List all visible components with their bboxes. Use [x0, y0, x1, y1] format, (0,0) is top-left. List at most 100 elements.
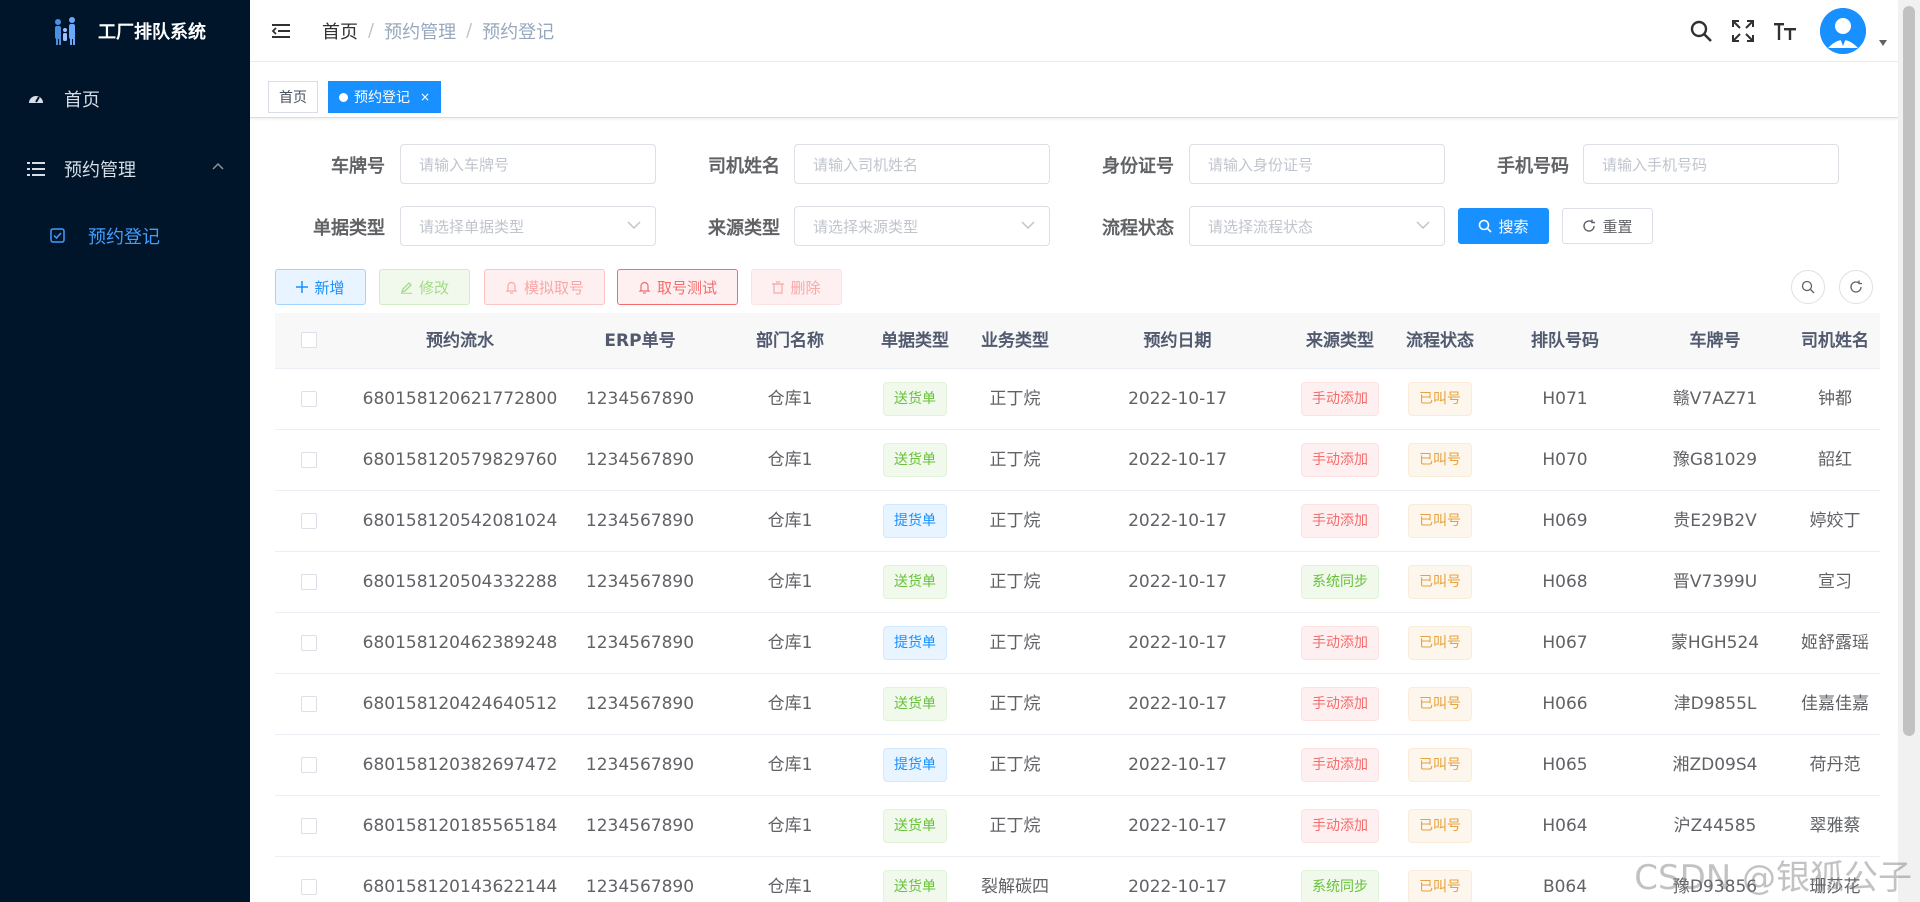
- app-root: 工厂排队系统 首页 预约管理 预约登记 首页 / 预约管理 / 预约登记 首页 …: [0, 0, 1920, 902]
- user-avatar[interactable]: [1820, 8, 1866, 54]
- row-checkbox[interactable]: [301, 513, 317, 529]
- cell-erp: 1234567890: [585, 694, 695, 714]
- logo[interactable]: 工厂排队系统: [0, 0, 250, 62]
- cell-source: 系统同步: [1290, 857, 1390, 902]
- cell-source: 手动添加: [1290, 735, 1390, 796]
- cell-date: 2022-10-17: [1128, 694, 1227, 714]
- row-checkbox[interactable]: [301, 452, 317, 468]
- tag-label: 首页: [279, 90, 307, 106]
- cell-erp: 1234567890: [585, 816, 695, 836]
- cell-driver: 荷丹范: [1809, 755, 1861, 775]
- sidebar-item-home[interactable]: 首页: [0, 64, 250, 134]
- row-checkbox[interactable]: [301, 818, 317, 834]
- tag-close-icon[interactable]: ×: [420, 90, 430, 104]
- navbar: 首页 / 预约管理 / 预约登记: [250, 0, 1898, 62]
- add-button[interactable]: 新增: [275, 269, 366, 305]
- table-row[interactable]: 680158120621772800 1234567890 仓库1 送货单 正丁烷 202…: [275, 369, 1880, 430]
- plate-placeholder: 请输入车牌号: [419, 155, 510, 174]
- search-button[interactable]: 搜索: [1458, 208, 1549, 244]
- cell-doctype: 送货单: [865, 369, 965, 430]
- cell-source-tag: 手动添加: [1301, 687, 1379, 721]
- sidebar-item-booking-registration[interactable]: 预约登记: [0, 204, 250, 268]
- table-row[interactable]: 680158120424640512 1234567890 仓库1 送货单 正丁烷 202…: [275, 674, 1880, 735]
- cell-biztype: 正丁烷: [989, 816, 1041, 836]
- phone-input[interactable]: 请输入手机号码: [1583, 144, 1839, 184]
- row-checkbox[interactable]: [301, 696, 317, 712]
- cell-date: 2022-10-17: [1128, 755, 1227, 775]
- cell-erp: 1234567890: [585, 511, 695, 531]
- take-number-test-button[interactable]: 取号测试: [617, 269, 738, 305]
- cell-doctype-tag: 送货单: [883, 809, 947, 843]
- cell-biztype: 正丁烷: [989, 389, 1041, 409]
- sidebar-item-label: 预约登记: [88, 227, 160, 248]
- cell-driver: 钟都: [1818, 389, 1852, 409]
- table-row[interactable]: 680158120579829760 1234567890 仓库1 送货单 正丁烷 202…: [275, 430, 1880, 491]
- cell-dept: 仓库1: [767, 816, 813, 836]
- tag-booking-registration[interactable]: 预约登记 ×: [328, 81, 442, 113]
- edit-button[interactable]: 修改: [379, 269, 470, 305]
- cell-doctype: 送货单: [865, 674, 965, 735]
- driver-input[interactable]: 请输入司机姓名: [794, 144, 1050, 184]
- scrollbar-thumb[interactable]: [1903, 6, 1915, 736]
- cell-queue: H068: [1542, 572, 1588, 592]
- cell-biztype: 正丁烷: [989, 633, 1041, 653]
- caret-down-icon[interactable]: [1878, 39, 1888, 47]
- breadcrumb-home[interactable]: 首页: [322, 18, 358, 44]
- row-checkbox[interactable]: [301, 879, 317, 895]
- fullscreen-icon[interactable]: [1730, 18, 1756, 44]
- row-checkbox[interactable]: [301, 574, 317, 590]
- cell-driver: 姬舒露瑶: [1801, 633, 1869, 653]
- toggle-search-button[interactable]: [1791, 270, 1825, 304]
- cell-dept: 仓库1: [767, 755, 813, 775]
- flow-label: 流程状态: [1102, 218, 1174, 239]
- flow-select[interactable]: 请选择流程状态: [1189, 206, 1445, 246]
- table-row[interactable]: 680158120462389248 1234567890 仓库1 提货单 正丁烷 202…: [275, 613, 1880, 674]
- driver-placeholder: 请输入司机姓名: [813, 155, 919, 174]
- cell-doctype-tag: 送货单: [883, 565, 947, 599]
- chevron-down-icon: [627, 221, 641, 230]
- reset-button-label: 重置: [1602, 217, 1633, 236]
- cell-flow-tag: 已叫号: [1408, 504, 1472, 538]
- table-row[interactable]: 680158120542081024 1234567890 仓库1 提货单 正丁烷 202…: [275, 491, 1880, 552]
- idcard-input[interactable]: 请输入身份证号: [1189, 144, 1445, 184]
- search-icon[interactable]: [1688, 18, 1714, 44]
- cell-plate: 赣V7AZ71: [1672, 389, 1758, 409]
- plate-label: 车牌号: [331, 156, 385, 177]
- cell-biztype: 正丁烷: [989, 450, 1041, 470]
- reset-button[interactable]: 重置: [1562, 208, 1653, 244]
- cell-dept: 仓库1: [767, 694, 813, 714]
- breadcrumb-separator: /: [466, 20, 473, 41]
- tag-home[interactable]: 首页: [268, 81, 318, 113]
- cell-plate: 豫G81029: [1672, 450, 1758, 470]
- hamburger-menu-icon[interactable]: [270, 19, 294, 43]
- th-source: 来源类型: [1306, 331, 1374, 351]
- cell-date: 2022-10-17: [1128, 816, 1227, 836]
- cell-doctype: 提货单: [865, 735, 965, 796]
- row-checkbox[interactable]: [301, 391, 317, 407]
- th-serial: 预约流水: [426, 331, 494, 351]
- cell-serial: 680158120542081024: [362, 511, 558, 531]
- table-row[interactable]: 680158120185565184 1234567890 仓库1 送货单 正丁烷 202…: [275, 796, 1880, 857]
- cell-dept: 仓库1: [767, 389, 813, 409]
- th-biztype: 业务类型: [981, 331, 1049, 351]
- source-select[interactable]: 请选择来源类型: [794, 206, 1050, 246]
- table-row[interactable]: 680158120504332288 1234567890 仓库1 送货单 正丁烷 202…: [275, 552, 1880, 613]
- watermark: CSDN @银狐公子: [1634, 858, 1912, 898]
- select-all-checkbox[interactable]: [301, 332, 317, 348]
- refresh-table-button[interactable]: [1839, 270, 1873, 304]
- row-checkbox[interactable]: [301, 635, 317, 651]
- cell-flow-tag: 已叫号: [1408, 382, 1472, 416]
- table-row[interactable]: 680158120382697472 1234567890 仓库1 提货单 正丁烷 202…: [275, 735, 1880, 796]
- family-logo-icon: [55, 17, 75, 45]
- cell-date: 2022-10-17: [1128, 450, 1227, 470]
- simulate-take-number-button[interactable]: 模拟取号: [484, 269, 605, 305]
- row-checkbox[interactable]: [301, 757, 317, 773]
- cell-queue: H071: [1542, 389, 1588, 409]
- sidebar-item-booking-management[interactable]: 预约管理: [0, 134, 250, 204]
- delete-button[interactable]: 删除: [751, 269, 842, 305]
- font-size-icon[interactable]: [1772, 18, 1798, 44]
- doctype-select[interactable]: 请选择单据类型: [400, 206, 656, 246]
- page-scrollbar[interactable]: [1898, 0, 1920, 902]
- plate-input[interactable]: 请输入车牌号: [400, 144, 656, 184]
- cell-serial: 680158120382697472: [362, 755, 558, 775]
